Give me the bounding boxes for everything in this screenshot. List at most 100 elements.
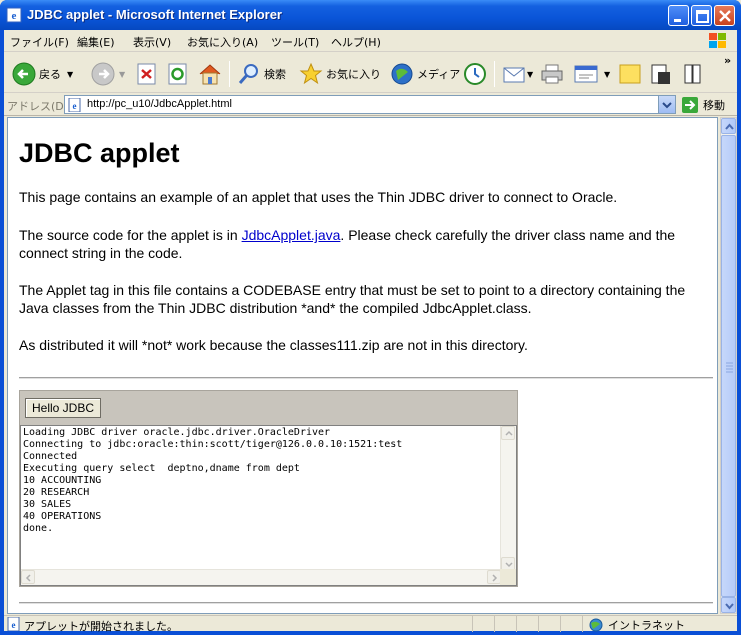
source-link[interactable]: JdbcApplet.java <box>242 227 341 243</box>
research-icon <box>651 64 670 84</box>
chevron-down-icon[interactable]: ▼ <box>604 70 610 79</box>
windows-logo-icon <box>709 33 726 48</box>
research-button[interactable] <box>649 61 673 87</box>
applet-output-line: Loading JDBC driver oracle.jdbc.driver.O… <box>23 427 331 438</box>
scroll-right-icon[interactable] <box>487 570 501 584</box>
paragraph-source: The source code for the applet is in Jdb… <box>19 226 713 262</box>
discuss-button[interactable] <box>618 61 642 87</box>
mail-icon <box>503 67 525 83</box>
messenger-button[interactable] <box>682 61 704 87</box>
edit-button[interactable]: ▼ <box>574 61 610 87</box>
edit-page-icon <box>574 65 598 83</box>
chevron-down-icon[interactable]: ▼ <box>119 70 125 79</box>
page-scroll-down-icon[interactable] <box>721 597 736 613</box>
go-label: 移動 <box>703 99 725 112</box>
applet-output-line: Connected <box>23 451 78 462</box>
applet-output-text: Loading JDBC driver oracle.jdbc.driver.O… <box>23 427 402 535</box>
scroll-up-icon[interactable] <box>501 426 515 440</box>
refresh-icon <box>168 63 187 85</box>
address-dropdown-button[interactable] <box>658 96 675 113</box>
page-scroll-up-icon[interactable] <box>721 118 736 134</box>
home-button[interactable] <box>198 61 222 87</box>
favorites-label: お気に入り <box>326 68 381 81</box>
stop-icon <box>137 63 156 85</box>
maximize-button[interactable] <box>691 5 712 26</box>
applet-output-line: 20 RESEARCH <box>23 487 90 498</box>
menu-edit[interactable]: 編集(E) <box>77 34 115 50</box>
scroll-corner <box>500 569 516 585</box>
star-icon <box>299 62 323 85</box>
status-pane <box>472 616 494 632</box>
applet-output-line: Executing query select deptno,dname from… <box>23 463 300 474</box>
favorites-button[interactable]: お気に入り <box>299 61 381 87</box>
media-icon <box>391 63 413 85</box>
page-icon: e <box>68 98 81 112</box>
hello-jdbc-button[interactable]: Hello JDBC <box>25 398 101 418</box>
back-button[interactable]: 戻る ▼ <box>12 61 73 87</box>
refresh-button[interactable] <box>168 61 188 87</box>
forward-button[interactable]: ▼ <box>91 61 125 87</box>
svg-text:e: e <box>12 620 16 630</box>
paragraph-warning: As distributed it will *not* work becaus… <box>19 337 528 353</box>
status-text: アプレットが開始されました。 <box>24 620 178 633</box>
output-horizontal-scrollbar[interactable] <box>21 569 501 585</box>
scroll-left-icon[interactable] <box>21 570 35 584</box>
paragraph-intro: This page contains an example of an appl… <box>19 189 618 205</box>
menu-view[interactable]: 表示(V) <box>133 34 171 50</box>
address-url: http://pc_u10/JdbcApplet.html <box>87 98 232 110</box>
menu-help[interactable]: ヘルプ(H) <box>331 34 381 50</box>
mail-button[interactable]: ▼ <box>502 61 533 87</box>
home-icon <box>199 64 221 85</box>
search-button[interactable]: 検索 <box>237 61 286 87</box>
paragraph-source-text: The source code for the applet is in <box>19 227 242 243</box>
applet-output-line: 40 OPERATIONS <box>23 511 102 522</box>
status-pane <box>538 616 560 632</box>
output-vertical-scrollbar[interactable] <box>500 426 516 571</box>
stop-button[interactable] <box>137 61 157 87</box>
print-button[interactable] <box>540 61 564 87</box>
browser-chrome: ファイル(F) 編集(E) 表示(V) お気に入り(A) ツール(T) ヘルプ(… <box>4 30 737 633</box>
status-bar: e アプレットが開始されました。 イントラネット <box>4 615 737 633</box>
media-label: メディア <box>417 68 461 81</box>
go-arrow-icon <box>682 97 698 113</box>
page-vertical-scrollbar[interactable] <box>720 117 737 614</box>
menu-favorites[interactable]: お気に入り(A) <box>187 34 258 50</box>
address-input[interactable]: e http://pc_u10/JdbcApplet.html <box>64 95 676 114</box>
applet-output-line: 10 ACCOUNTING <box>23 475 102 486</box>
minimize-button[interactable] <box>668 5 689 26</box>
address-bar: アドレス(D) e http://pc_u10/JdbcApplet.html … <box>4 94 737 116</box>
svg-text:e: e <box>73 101 77 111</box>
applet-output-area[interactable]: Loading JDBC driver oracle.jdbc.driver.O… <box>20 425 517 586</box>
menu-bar: ファイル(F) 編集(E) 表示(V) お気に入り(A) ツール(T) ヘルプ(… <box>4 30 737 52</box>
browser-window: e JDBC applet - Microsoft Internet Explo… <box>0 0 741 635</box>
media-button[interactable]: メディア <box>390 61 460 87</box>
printer-icon <box>541 64 563 84</box>
title-bar[interactable]: e JDBC applet - Microsoft Internet Explo… <box>0 0 741 30</box>
applet-output-line: done. <box>23 523 54 534</box>
menu-tools[interactable]: ツール(T) <box>271 34 319 50</box>
close-button[interactable] <box>714 5 735 26</box>
back-arrow-icon <box>12 62 36 86</box>
maximize-icon <box>696 10 709 23</box>
page-scroll-thumb[interactable] <box>721 135 736 597</box>
history-button[interactable] <box>463 61 487 87</box>
forward-arrow-icon <box>91 62 115 86</box>
status-pane <box>560 616 582 632</box>
back-label: 戻る <box>39 68 61 81</box>
toolbar-overflow-icon[interactable]: » <box>724 54 731 67</box>
intranet-globe-icon <box>589 618 603 632</box>
applet-output-line: Connecting to jdbc:oracle:thin:scott/tig… <box>23 439 403 450</box>
divider-top <box>19 377 713 379</box>
ie-icon: e <box>6 7 22 23</box>
search-icon <box>238 64 258 84</box>
chevron-down-icon[interactable]: ▼ <box>67 70 73 79</box>
page-heading: JDBC applet <box>19 138 180 168</box>
chevron-down-icon[interactable]: ▼ <box>527 70 533 79</box>
security-zone[interactable]: イントラネット <box>588 617 685 633</box>
toolbar-separator <box>229 61 230 87</box>
page-content[interactable]: JDBC applet This page contains an exampl… <box>7 117 718 614</box>
book-icon <box>684 64 701 84</box>
window-title: JDBC applet - Microsoft Internet Explore… <box>27 7 282 22</box>
menu-file[interactable]: ファイル(F) <box>10 34 69 50</box>
go-button[interactable]: 移動 <box>682 96 725 114</box>
